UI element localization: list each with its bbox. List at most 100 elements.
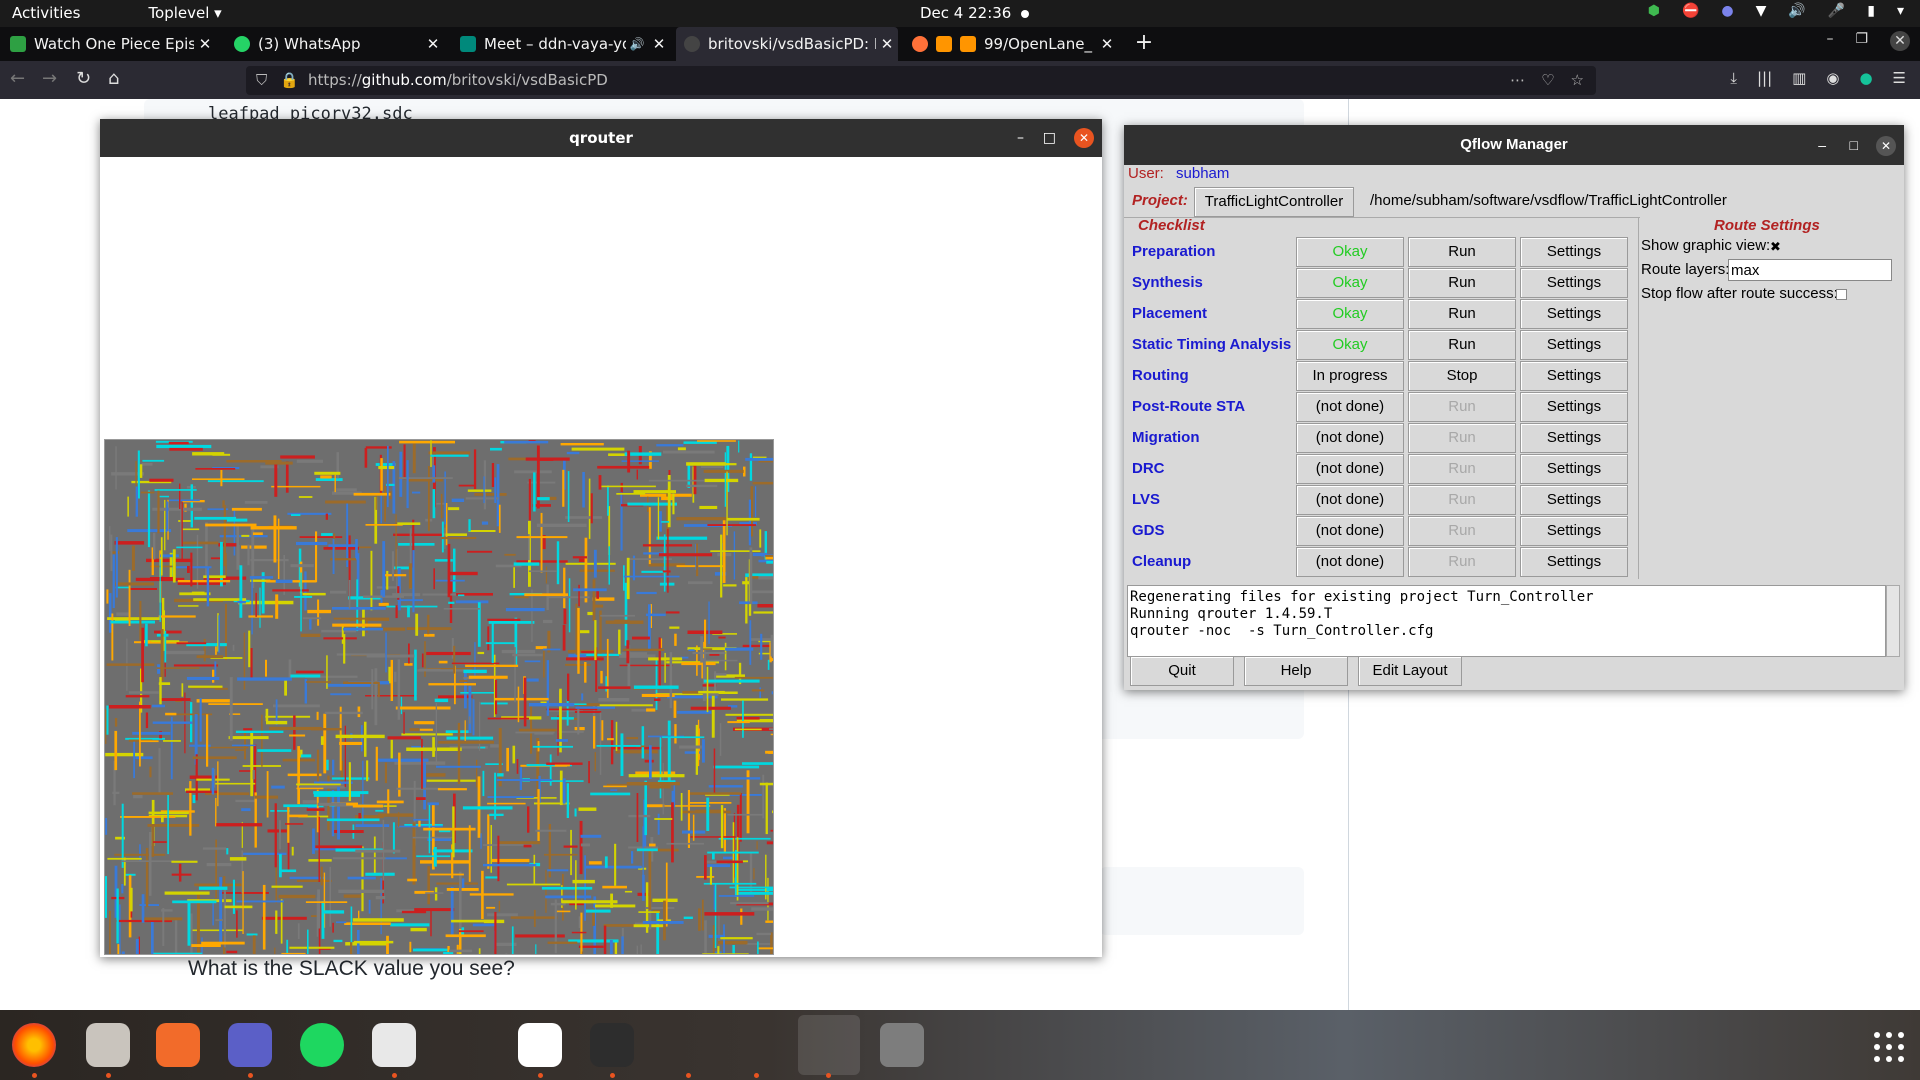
log-scrollbar[interactable] xyxy=(1886,585,1900,657)
app-menu[interactable]: Toplevel ▾ xyxy=(148,4,221,22)
qrouter-titlebar[interactable]: qrouter – □ ✕ xyxy=(100,119,1102,157)
close-icon[interactable]: ✕ xyxy=(1876,136,1896,156)
minimize-icon[interactable]: – xyxy=(1818,125,1826,165)
settings-button[interactable]: Settings xyxy=(1520,361,1628,391)
routing-layout-view[interactable] xyxy=(104,439,774,955)
tab-github[interactable]: britovski/vsdBasicPD: Ph ✕ xyxy=(676,27,898,61)
route-wire xyxy=(588,861,602,865)
run-button[interactable]: Run xyxy=(1408,330,1516,360)
tab-meet[interactable]: Meet – ddn-vaya-yqt 🔊 ✕ xyxy=(452,27,670,61)
microphone-icon[interactable]: 🎤 xyxy=(1828,3,1845,19)
stage-status: (not done) xyxy=(1296,454,1404,484)
minimize-icon[interactable]: – xyxy=(1017,119,1024,157)
route-wire xyxy=(595,904,636,908)
run-button[interactable]: Run xyxy=(1408,268,1516,298)
grammarly-icon[interactable]: ● xyxy=(1859,69,1872,87)
qflow-titlebar[interactable]: Qflow Manager – □ ✕ xyxy=(1124,125,1904,165)
spotify-icon[interactable] xyxy=(300,1023,344,1067)
activities-button[interactable]: Activities xyxy=(12,4,80,22)
stop-button[interactable]: Stop xyxy=(1408,361,1516,391)
restore-icon[interactable]: ❐ xyxy=(1855,31,1868,51)
route-wire xyxy=(603,924,639,927)
active-window-highlight[interactable] xyxy=(798,1015,860,1075)
tab-whatsapp[interactable]: (3) WhatsApp ✕ xyxy=(226,27,444,61)
forward-arrow-icon[interactable]: → xyxy=(42,68,57,89)
bookmark-star-icon[interactable]: ☆ xyxy=(1571,66,1584,95)
clock[interactable]: Dec 4 22:36 xyxy=(920,4,1030,22)
speaker-icon[interactable]: 🔊 xyxy=(626,37,648,51)
account-icon[interactable]: ◉ xyxy=(1826,69,1839,87)
show-applications-icon[interactable] xyxy=(1874,1032,1904,1062)
document-viewer-icon[interactable] xyxy=(372,1023,416,1067)
settings-button[interactable]: Settings xyxy=(1520,485,1628,515)
volume-icon[interactable]: 🔊 xyxy=(1788,3,1805,19)
help-button[interactable]: Help xyxy=(1244,656,1348,686)
battery-icon[interactable]: ▮ xyxy=(1867,3,1875,19)
maximize-icon[interactable]: □ xyxy=(1850,125,1858,165)
back-arrow-icon[interactable]: ← xyxy=(10,68,25,89)
wifi-icon[interactable]: ▼ xyxy=(1756,3,1767,19)
close-tab-icon[interactable]: ✕ xyxy=(1096,35,1118,53)
files-icon[interactable] xyxy=(86,1023,130,1067)
close-tab-icon[interactable]: ✕ xyxy=(648,35,670,53)
close-tab-icon[interactable]: ✕ xyxy=(422,35,444,53)
route-wire xyxy=(433,847,437,867)
disk-icon[interactable] xyxy=(880,1023,924,1067)
settings-button[interactable]: Settings xyxy=(1520,299,1628,329)
route-layers-input[interactable] xyxy=(1728,259,1892,281)
teams-tray-icon[interactable]: ● xyxy=(1721,3,1733,19)
run-button: Run xyxy=(1408,454,1516,484)
route-wire xyxy=(157,490,160,534)
downloads-icon[interactable]: ⤓ xyxy=(1730,69,1737,87)
more-actions-icon[interactable]: ⋯ xyxy=(1510,66,1525,95)
run-button[interactable]: Run xyxy=(1408,299,1516,329)
settings-button[interactable]: Settings xyxy=(1520,454,1628,484)
terminal-icon[interactable] xyxy=(590,1023,634,1067)
minimize-icon[interactable]: – xyxy=(1826,31,1833,51)
route-wire xyxy=(228,736,269,740)
system-tray[interactable]: ⬢ ⛔ ● ▼ 🔊 🎤 ▮ ▾ xyxy=(1648,3,1904,19)
route-wire xyxy=(646,804,665,808)
teams-icon[interactable] xyxy=(228,1023,272,1067)
settings-button[interactable]: Settings xyxy=(1520,516,1628,546)
settings-button[interactable]: Settings xyxy=(1520,423,1628,453)
home-icon[interactable]: ⌂ xyxy=(108,68,119,89)
library-icon[interactable]: ||| xyxy=(1757,69,1772,87)
settings-button[interactable]: Settings xyxy=(1520,268,1628,298)
menu-icon[interactable]: ☰ xyxy=(1893,69,1906,87)
do-not-disturb-icon[interactable]: ⛔ xyxy=(1682,3,1699,19)
settings-button[interactable]: Settings xyxy=(1520,547,1628,577)
new-tab-button[interactable]: + xyxy=(1131,27,1157,61)
settings-button[interactable]: Settings xyxy=(1520,392,1628,422)
run-button[interactable]: Run xyxy=(1408,237,1516,267)
settings-button[interactable]: Settings xyxy=(1520,330,1628,360)
reload-icon[interactable]: ↻ xyxy=(76,68,91,89)
lock-icon[interactable]: 🔒 xyxy=(280,66,299,95)
route-wire xyxy=(497,773,504,777)
sidebar-icon[interactable]: ▥ xyxy=(1792,69,1806,87)
url-bar[interactable]: ⛉ 🔒 https://github.com/britovski/vsdBasi… xyxy=(246,66,1596,95)
close-tab-icon[interactable]: ✕ xyxy=(194,35,216,53)
power-menu-icon[interactable]: ▾ xyxy=(1897,3,1904,19)
pocket-icon[interactable]: ♡ xyxy=(1541,66,1554,95)
tab-openlane[interactable]: 99/OpenLane_ ✕ xyxy=(904,27,1118,61)
software-center-icon[interactable] xyxy=(156,1023,200,1067)
show-graphic-checkbox[interactable]: ✖ xyxy=(1770,239,1781,255)
close-icon[interactable]: ✕ xyxy=(1074,128,1094,148)
shield-tracking-icon[interactable]: ⛉ xyxy=(256,66,267,95)
quit-button[interactable]: Quit xyxy=(1130,656,1234,686)
tab-one-piece[interactable]: Watch One Piece Episode ✕ xyxy=(2,27,216,61)
text-editor-icon[interactable] xyxy=(518,1023,562,1067)
settings-button[interactable]: Settings xyxy=(1520,237,1628,267)
close-tab-icon[interactable]: ✕ xyxy=(876,35,898,53)
maximize-icon[interactable]: □ xyxy=(1043,119,1056,157)
route-wire xyxy=(578,916,581,928)
edit-layout-button[interactable]: Edit Layout xyxy=(1358,656,1462,686)
log-output[interactable]: Regenerating files for existing project … xyxy=(1127,585,1886,657)
project-button[interactable]: TrafficLightController xyxy=(1194,187,1354,217)
shield-icon[interactable]: ⬢ xyxy=(1648,3,1660,19)
route-wire xyxy=(163,740,181,742)
stop-flow-checkbox[interactable] xyxy=(1836,289,1847,300)
firefox-icon[interactable] xyxy=(12,1023,56,1067)
close-window-icon[interactable]: ✕ xyxy=(1890,31,1910,51)
